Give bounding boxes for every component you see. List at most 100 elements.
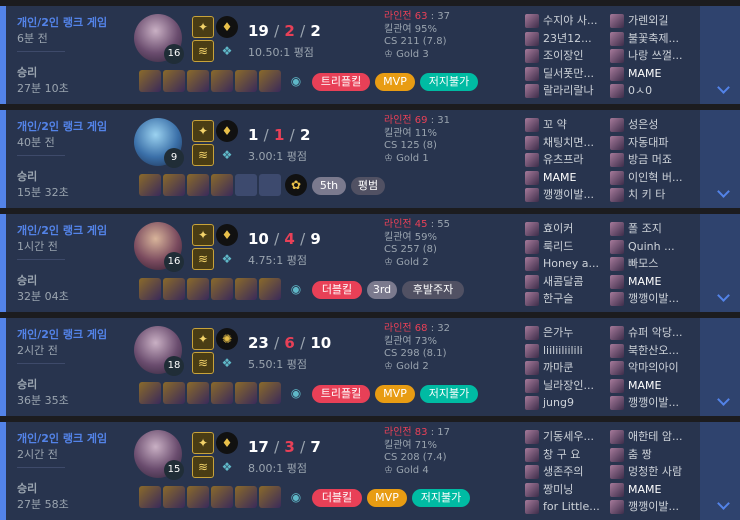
match-card[interactable]: 개인/2인 랭크 게임 2시간 전 승리 27분 58초 15 ✦ ≋ ♦ ❖ … (0, 422, 740, 520)
flash-spell-icon[interactable]: ✦ (192, 432, 214, 454)
player-name[interactable]: 멍청한 사람 (610, 463, 694, 481)
player-name[interactable]: 0ㅅ0 (610, 82, 694, 100)
item-slot[interactable] (163, 278, 185, 300)
ward-trinket-icon[interactable]: ◉ (285, 70, 307, 92)
player-name-self[interactable]: MAME (610, 377, 694, 395)
player-name[interactable]: 불꽃축제... (610, 30, 694, 48)
match-card[interactable]: 개인/2인 랭크 게임 40분 전 승리 15분 32초 9 ✦ ≋ ♦ ❖ 1… (0, 110, 740, 208)
match-card[interactable]: 개인/2인 랭크 게임 2시간 전 승리 36분 35초 18 ✦ ≋ ✺ ❖ … (0, 318, 740, 416)
expand-button[interactable] (700, 422, 740, 520)
item-slot[interactable] (139, 70, 161, 92)
ward-trinket-icon[interactable]: ◉ (285, 278, 307, 300)
player-name[interactable]: 춤 짱 (610, 446, 694, 464)
ignite-spell-icon[interactable]: ≋ (192, 456, 214, 478)
player-name[interactable]: 23년12... (525, 30, 609, 48)
item-slot[interactable] (259, 382, 281, 404)
player-name[interactable]: for Little... (525, 498, 609, 516)
item-slot[interactable] (139, 278, 161, 300)
player-name[interactable]: 효이커 (525, 220, 609, 238)
player-name[interactable]: 깽깽이발... (610, 498, 694, 516)
ignite-spell-icon[interactable]: ≋ (192, 40, 214, 62)
item-slot[interactable] (139, 486, 161, 508)
player-name[interactable]: 폴 조지 (610, 220, 694, 238)
player-name[interactable]: 깽깽이발... (610, 394, 694, 412)
ignite-spell-icon[interactable]: ≋ (192, 352, 214, 374)
keystone-rune-icon[interactable]: ♦ (216, 432, 238, 454)
player-name-self[interactable]: MAME (610, 273, 694, 291)
flash-spell-icon[interactable]: ✦ (192, 224, 214, 246)
player-name[interactable]: 조이장인 (525, 47, 609, 65)
match-card[interactable]: 개인/2인 랭크 게임 6분 전 승리 27분 10초 16 ✦ ≋ ♦ ❖ 1… (0, 6, 740, 104)
item-slot[interactable] (187, 174, 209, 196)
player-name[interactable]: 슈퍼 악당... (610, 324, 694, 342)
player-name[interactable]: 채팅치면... (525, 134, 609, 152)
player-name[interactable]: 딜서폿만... (525, 65, 609, 83)
player-name[interactable]: 유츠프라 (525, 151, 609, 169)
expand-button[interactable] (700, 110, 740, 208)
flash-spell-icon[interactable]: ✦ (192, 328, 214, 350)
player-name[interactable]: 창 구 요 (525, 446, 609, 464)
item-slot[interactable] (163, 486, 185, 508)
player-name[interactable]: liiliiliilili (525, 342, 609, 360)
item-slot[interactable] (235, 70, 257, 92)
player-name[interactable]: jung9 (525, 394, 609, 412)
player-name[interactable]: 수지야 사... (525, 12, 609, 30)
item-slot[interactable] (163, 382, 185, 404)
flash-spell-icon[interactable]: ✦ (192, 120, 214, 142)
player-name[interactable]: 기동세우... (525, 428, 609, 446)
expand-button[interactable] (700, 318, 740, 416)
secondary-rune-icon[interactable]: ❖ (216, 248, 238, 270)
player-name[interactable]: 자동대파 (610, 134, 694, 152)
player-name[interactable]: 가렌외길 (610, 12, 694, 30)
item-slot[interactable] (139, 174, 161, 196)
player-name[interactable]: 성은성 (610, 116, 694, 134)
secondary-rune-icon[interactable]: ❖ (216, 144, 238, 166)
item-slot[interactable] (163, 70, 185, 92)
secondary-rune-icon[interactable]: ❖ (216, 352, 238, 374)
player-name[interactable]: 깽깽이발... (610, 290, 694, 308)
expand-button[interactable] (700, 6, 740, 104)
item-slot[interactable] (211, 278, 233, 300)
expand-button[interactable] (700, 214, 740, 312)
keystone-rune-icon[interactable]: ♦ (216, 224, 238, 246)
ignite-spell-icon[interactable]: ≋ (192, 248, 214, 270)
item-slot[interactable] (187, 70, 209, 92)
item-slot[interactable] (187, 382, 209, 404)
player-name[interactable]: 깽깽이발... (525, 186, 609, 204)
player-name[interactable]: 랄라리랄나 (525, 82, 609, 100)
player-name[interactable]: 애한테 암... (610, 428, 694, 446)
item-slot[interactable] (187, 486, 209, 508)
player-name[interactable]: 북한산오... (610, 342, 694, 360)
item-slot[interactable] (259, 278, 281, 300)
item-slot[interactable] (235, 486, 257, 508)
player-name-self[interactable]: MAME (610, 481, 694, 499)
secondary-rune-icon[interactable]: ❖ (216, 456, 238, 478)
flash-spell-icon[interactable]: ✦ (192, 16, 214, 38)
ward-trinket-icon[interactable]: ◉ (285, 382, 307, 404)
item-slot[interactable] (235, 382, 257, 404)
secondary-rune-icon[interactable]: ❖ (216, 40, 238, 62)
item-slot[interactable] (163, 174, 185, 196)
player-name[interactable]: 한구슬 (525, 290, 609, 308)
player-name[interactable]: Honey a... (525, 255, 609, 273)
item-slot[interactable] (211, 382, 233, 404)
player-name[interactable]: 은가누 (525, 324, 609, 342)
player-name[interactable]: 치 키 타 (610, 186, 694, 204)
player-name[interactable]: Quinh ... (610, 238, 694, 256)
item-slot[interactable] (211, 486, 233, 508)
item-slot[interactable] (211, 174, 233, 196)
match-card[interactable]: 개인/2인 랭크 게임 1시간 전 승리 32분 04초 16 ✦ ≋ ♦ ❖ … (0, 214, 740, 312)
item-slot[interactable] (235, 278, 257, 300)
trinket-icon[interactable]: ✿ (285, 174, 307, 196)
player-name[interactable]: 꼬 약 (525, 116, 609, 134)
keystone-rune-icon[interactable]: ♦ (216, 16, 238, 38)
ignite-spell-icon[interactable]: ≋ (192, 144, 214, 166)
player-name[interactable]: 새콤달콤 (525, 273, 609, 291)
ward-trinket-icon[interactable]: ◉ (285, 486, 307, 508)
keystone-rune-icon[interactable]: ✺ (216, 328, 238, 350)
player-name-self[interactable]: MAME (610, 65, 694, 83)
player-name[interactable]: 악마의아이 (610, 359, 694, 377)
item-slot[interactable] (259, 486, 281, 508)
player-name[interactable]: 빠모스 (610, 255, 694, 273)
item-slot[interactable] (139, 382, 161, 404)
